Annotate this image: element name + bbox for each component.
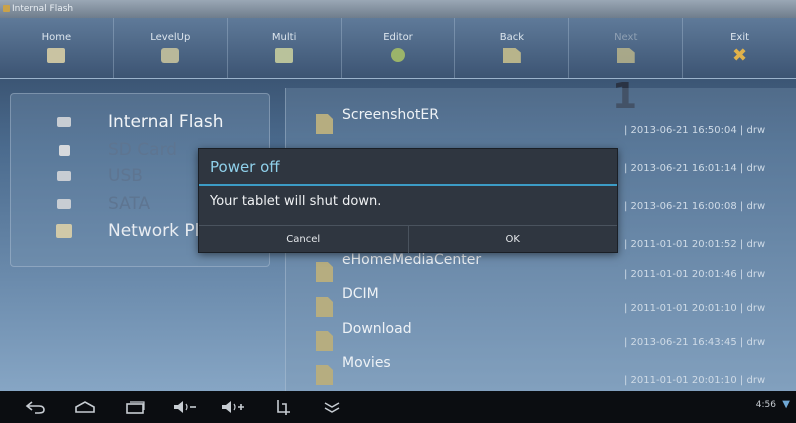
home-button[interactable]: Home: [0, 18, 114, 78]
list-item[interactable]: eHomeMediaCenter | 2011-01-01 20:01:46 |…: [286, 252, 796, 290]
location-label: Internal Flash: [108, 112, 224, 132]
file-meta: | 2011-01-01 20:01:10 | drw: [624, 303, 766, 314]
editor-button[interactable]: Editor: [342, 18, 456, 78]
level-up-icon: [161, 48, 180, 63]
file-meta: | 2013-06-21 16:43:45 | drw: [624, 337, 766, 348]
collapse-chevron-icon[interactable]: [320, 395, 344, 419]
recent-apps-icon[interactable]: [122, 395, 148, 419]
dialog-message: Your tablet will shut down.: [210, 194, 382, 209]
ok-button[interactable]: OK: [409, 226, 618, 253]
volume-down-icon[interactable]: [170, 395, 200, 419]
levelup-button-label: LevelUp: [150, 32, 191, 43]
volume-up-icon[interactable]: [218, 395, 248, 419]
editor-button-label: Editor: [383, 32, 413, 43]
file-meta: | 2011-01-01 20:01:52 | drw: [624, 239, 766, 250]
back-icon: [502, 48, 521, 63]
folder-icon: [316, 114, 333, 134]
next-icon: [616, 48, 635, 63]
close-icon: ✖: [732, 45, 748, 66]
wifi-icon: ▼: [782, 399, 790, 410]
multi-button[interactable]: Multi: [228, 18, 342, 78]
file-name: Download: [342, 321, 412, 337]
exit-button-label: Exit: [730, 32, 750, 43]
screenshot-icon[interactable]: [272, 395, 296, 419]
editor-icon: [391, 48, 405, 62]
next-button-label: Next: [614, 32, 638, 43]
next-button[interactable]: Next: [569, 18, 684, 78]
sd-card-icon: [59, 144, 70, 156]
home-icon: [47, 48, 66, 63]
power-off-dialog: Power off Your tablet will shut down. Ca…: [198, 148, 618, 253]
window-title: Internal Flash: [12, 4, 74, 14]
file-meta: | 2011-01-01 20:01:46 | drw: [624, 269, 766, 280]
back-nav-icon[interactable]: [22, 395, 48, 419]
list-item[interactable]: Download | 2013-06-21 16:43:45 | drw: [286, 321, 796, 358]
window-titlebar: Internal Flash: [0, 0, 796, 18]
levelup-button[interactable]: LevelUp: [114, 18, 228, 78]
file-name: Movies: [342, 355, 391, 371]
file-meta: | 2013-06-21 16:01:14 | drw: [624, 163, 766, 174]
list-item[interactable]: ScreenshotER | 2013-06-21 16:50:04 | drw: [286, 104, 796, 140]
dialog-title: Power off: [210, 158, 280, 176]
list-item[interactable]: Movies | 2011-01-01 20:01:10 | drw: [286, 355, 796, 392]
dialog-divider: [199, 184, 617, 186]
location-internal-flash[interactable]: Internal Flash: [11, 109, 269, 135]
usb-icon: [57, 171, 71, 181]
file-meta: | 2013-06-21 16:00:08 | drw: [624, 201, 766, 212]
toolbar: Home LevelUp Multi Editor Back Next Exit…: [0, 18, 796, 79]
back-button[interactable]: Back: [455, 18, 570, 78]
folder-icon: [316, 262, 333, 282]
list-item[interactable]: DCIM | 2011-01-01 20:01:10 | drw: [286, 286, 796, 324]
file-name: ScreenshotER: [342, 107, 439, 123]
exit-button[interactable]: Exit ✖: [683, 18, 796, 78]
storage-icon: [57, 117, 71, 127]
location-label: SD Card: [108, 140, 178, 160]
home-nav-icon[interactable]: [72, 395, 98, 419]
back-button-label: Back: [499, 32, 524, 43]
file-name: eHomeMediaCenter: [342, 252, 482, 268]
cancel-button[interactable]: Cancel: [199, 226, 409, 253]
folder-icon: [316, 297, 333, 317]
location-label: USB: [108, 166, 143, 186]
folder-icon: [316, 331, 333, 351]
file-meta: | 2013-06-21 16:50:04 | drw: [624, 125, 766, 136]
dialog-button-bar: Cancel OK: [199, 225, 617, 253]
file-name: DCIM: [342, 286, 379, 302]
network-icon: [56, 224, 72, 238]
app-icon: [3, 5, 10, 12]
system-navigation-bar: 4:56 ▼: [0, 391, 796, 423]
sata-icon: [57, 199, 71, 209]
file-meta: | 2011-01-01 20:01:10 | drw: [624, 375, 766, 386]
location-label: Network Pl: [108, 221, 200, 241]
status-clock: 4:56: [755, 400, 776, 410]
location-label: SATA: [108, 194, 151, 214]
multi-select-icon: [275, 48, 294, 63]
multi-button-label: Multi: [271, 32, 297, 43]
home-button-label: Home: [41, 32, 72, 43]
folder-icon: [316, 365, 333, 385]
